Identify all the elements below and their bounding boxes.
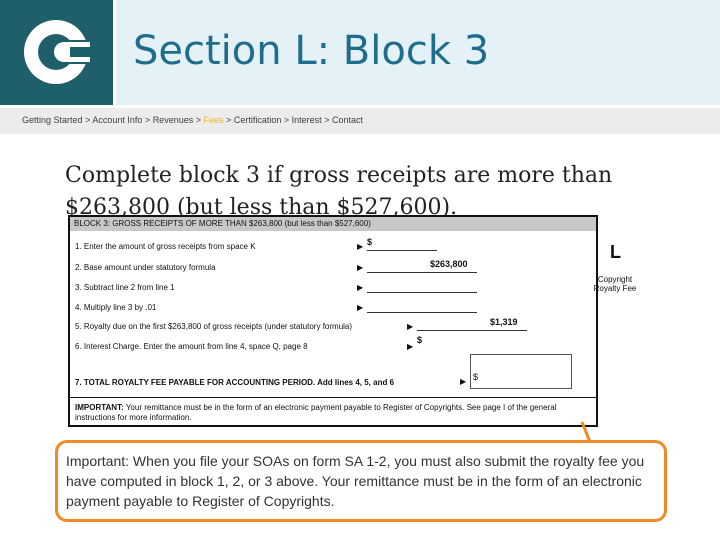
form-important-note: IMPORTANT: Your remittance must be in th… xyxy=(75,403,593,423)
form-divider xyxy=(70,397,596,398)
page-title: Section L: Block 3 xyxy=(133,28,490,74)
breadcrumb-item-account-info[interactable]: Account Info xyxy=(92,115,142,125)
form-line-1-value: $ xyxy=(367,237,373,247)
breadcrumb-item-certification[interactable]: Certification xyxy=(234,115,282,125)
important-label: IMPORTANT: xyxy=(75,403,124,412)
form-line-2: 2. Base amount under statutory formula xyxy=(75,263,216,272)
breadcrumb-separator: > xyxy=(324,115,330,125)
form-line-5-value: $1,319 xyxy=(490,317,518,327)
arrow-right-icon: ▶ xyxy=(407,342,414,351)
form-line-1-rule xyxy=(367,250,437,251)
arrow-right-icon: ▶ xyxy=(460,377,467,386)
form-line-2-rule xyxy=(367,272,477,273)
form-line-3-rule xyxy=(367,292,477,293)
arrow-right-icon: ▶ xyxy=(357,283,364,292)
form-line-2-value: $263,800 xyxy=(430,259,468,269)
section-label: Copyright Royalty Fee xyxy=(593,275,637,293)
form-line-1: 1. Enter the amount of gross receipts fr… xyxy=(75,242,256,251)
breadcrumb-item-contact[interactable]: Contact xyxy=(332,115,363,125)
breadcrumb-item-fees[interactable]: Fees xyxy=(204,115,224,125)
breadcrumb-item-interest[interactable]: Interest xyxy=(292,115,322,125)
breadcrumb-item-revenues[interactable]: Revenues xyxy=(153,115,194,125)
total-fee-box: $ xyxy=(470,354,572,389)
form-line-4-rule xyxy=(367,312,477,313)
arrow-right-icon: ▶ xyxy=(407,322,414,331)
breadcrumb-separator: > xyxy=(283,115,290,125)
breadcrumb-separator: > xyxy=(144,115,151,125)
form-line-5-rule xyxy=(417,330,527,331)
form-line-5: 5. Royalty due on the first $263,800 of … xyxy=(75,322,353,331)
breadcrumb-item-getting-started[interactable]: Getting Started xyxy=(22,115,83,125)
important-text: Your remittance must be in the form of a… xyxy=(75,403,557,422)
breadcrumb-separator: > xyxy=(195,115,201,125)
breadcrumb-separator: > xyxy=(85,115,91,125)
form-header: BLOCK 3: GROSS RECEIPTS OF MORE THAN $26… xyxy=(70,217,596,231)
copyright-c-logo-icon xyxy=(24,20,90,84)
breadcrumb-separator: > xyxy=(226,115,232,125)
form-line-6-value: $ xyxy=(417,335,423,345)
arrow-right-icon: ▶ xyxy=(357,303,364,312)
form-line-4: 4. Multiply line 3 by .01 xyxy=(75,303,157,312)
form-line-3: 3. Subtract line 2 from line 1 xyxy=(75,283,175,292)
section-letter: L xyxy=(610,242,621,262)
important-callout: Important: When you file your SOAs on fo… xyxy=(55,440,667,522)
form-line-6: 6. Interest Charge. Enter the amount fro… xyxy=(75,342,308,351)
breadcrumb: Getting Started > Account Info > Revenue… xyxy=(22,115,363,125)
form-block-3: BLOCK 3: GROSS RECEIPTS OF MORE THAN $26… xyxy=(68,215,636,427)
arrow-right-icon: ▶ xyxy=(357,263,364,272)
logo xyxy=(0,0,113,105)
arrow-right-icon: ▶ xyxy=(357,242,364,251)
form-line-7: 7. TOTAL ROYALTY FEE PAYABLE FOR ACCOUNT… xyxy=(75,378,395,387)
form-line-7-value: $ xyxy=(473,372,479,382)
